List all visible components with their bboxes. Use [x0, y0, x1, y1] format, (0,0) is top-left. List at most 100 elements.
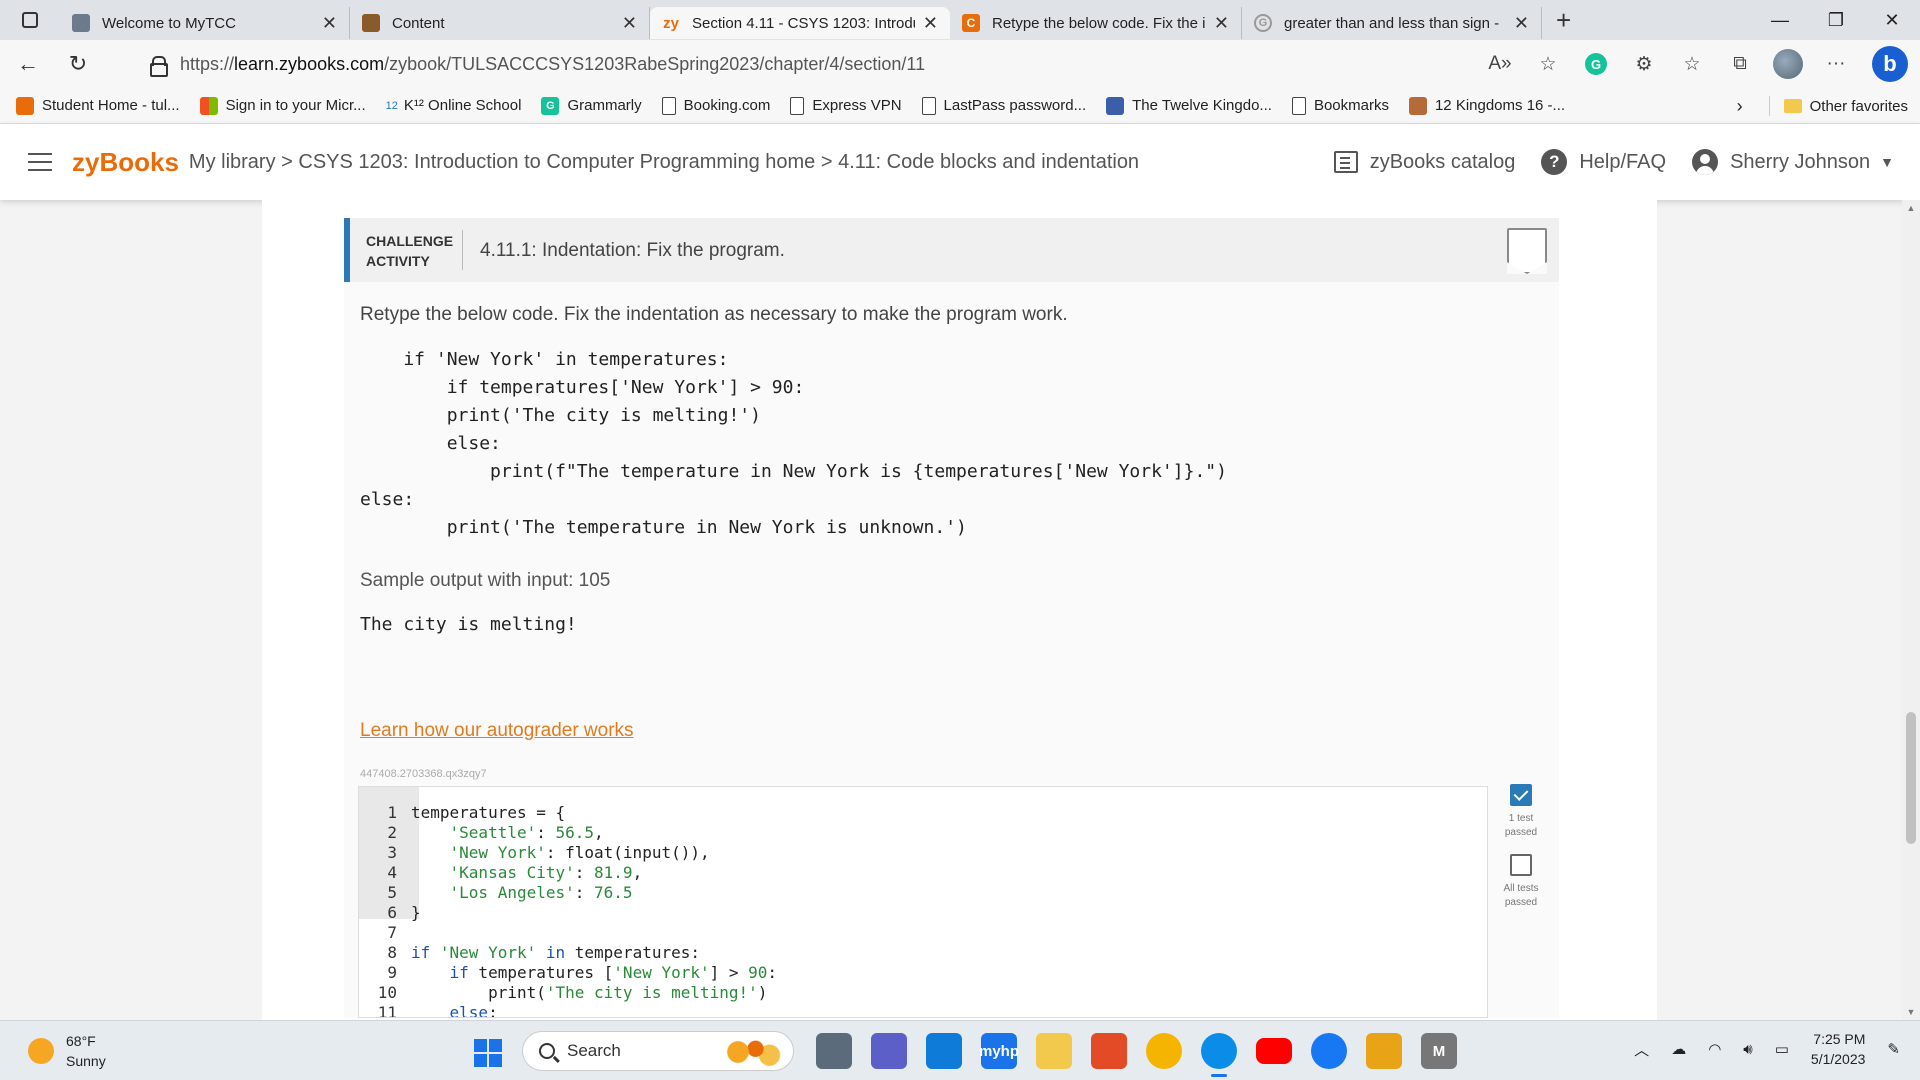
tab-close-icon[interactable]: ✕ — [923, 13, 938, 34]
line-number: 11 — [377, 1003, 397, 1018]
lock-icon — [150, 56, 168, 77]
page-scrollbar[interactable]: ▲ ▼ — [1902, 200, 1920, 1020]
close-window-button[interactable]: ✕ — [1864, 0, 1920, 40]
code-editor[interactable]: 1 temperatures = {2 'Seattle': 56.5, 3 'Ne… — [358, 786, 1488, 1018]
grammarly-icon: G — [541, 96, 560, 115]
store-icon[interactable] — [926, 1033, 962, 1069]
favorite-bookmarks[interactable]: Bookmarks — [1291, 96, 1389, 115]
menu-icon[interactable] — [28, 153, 52, 171]
back-button[interactable]: ← — [6, 42, 50, 86]
file-manager-icon[interactable] — [816, 1033, 852, 1069]
scroll-up-icon[interactable]: ▲ — [1902, 200, 1920, 216]
read-aloud-icon[interactable]: A» — [1476, 53, 1524, 75]
favorite-lastpass[interactable]: LastPass password... — [921, 96, 1086, 115]
editor-line[interactable]: 5 'Los Angeles': 76.5 — [359, 883, 777, 903]
taskbar-search[interactable]: Search — [522, 1031, 794, 1071]
favorites-bar: Student Home - tul... Sign in to your Mi… — [0, 88, 1920, 124]
more-icon[interactable]: ··· — [1812, 53, 1860, 75]
grammarly-extension[interactable]: G — [1572, 53, 1620, 75]
window-controls: — ❐ ✕ — [1752, 0, 1920, 40]
other-favorites[interactable]: Other favorites — [1810, 98, 1908, 115]
refresh-button[interactable]: ↻ — [56, 42, 100, 86]
wifi-icon[interactable]: ◠ — [1708, 1040, 1721, 1058]
editor-line[interactable]: 11 else: — [359, 1003, 777, 1018]
editor-line[interactable]: 2 'Seattle': 56.5, — [359, 823, 777, 843]
facebook-icon[interactable] — [1311, 1033, 1347, 1069]
m-app-icon[interactable]: M — [1421, 1033, 1457, 1069]
minimize-button[interactable]: — — [1752, 0, 1808, 40]
chevron-up-icon[interactable]: ︿ — [1634, 1039, 1649, 1060]
favorite-expressvpn[interactable]: Express VPN — [790, 96, 902, 115]
catalog-link[interactable]: zyBooks catalog — [1333, 151, 1515, 174]
favorite-student-home[interactable]: Student Home - tul... — [16, 96, 180, 115]
line-code: } — [411, 903, 421, 922]
onedrive-icon[interactable]: ☁ — [1671, 1040, 1686, 1058]
favorite-12-kingdoms-16[interactable]: 12 Kingdoms 16 -... — [1408, 96, 1565, 115]
folder-icon[interactable] — [1036, 1033, 1072, 1069]
editor-line[interactable]: 9 if temperatures ['New York'] > 90: — [359, 963, 777, 983]
clock[interactable]: 7:25 PM 5/1/2023 — [1811, 1029, 1866, 1069]
editor-line[interactable]: 7 — [359, 923, 777, 943]
editor-line[interactable]: 3 'New York': float(input()), — [359, 843, 777, 863]
notifications-icon[interactable]: ✎ — [1887, 1040, 1900, 1058]
weather-widget[interactable]: 68°F Sunny — [28, 1031, 106, 1071]
norton-icon[interactable] — [1146, 1033, 1182, 1069]
zybooks-logo[interactable]: zyBooks — [72, 147, 179, 178]
scroll-thumb[interactable] — [1906, 712, 1916, 844]
url-field[interactable]: https://learn.zybooks.com/zybook/TULSACC… — [140, 46, 1550, 82]
help-link[interactable]: ? Help/FAQ — [1541, 149, 1666, 175]
chevron-right-icon[interactable]: › — [1737, 96, 1743, 117]
collections-icon[interactable]: ⧉ — [1716, 53, 1764, 75]
test-passed-checkbox-icon — [1510, 784, 1532, 806]
page-icon — [921, 96, 936, 115]
tab-chegg[interactable]: C Retype the below code. Fix the in ✕ — [950, 7, 1242, 39]
tab-close-icon[interactable]: ✕ — [1514, 13, 1529, 34]
office-icon[interactable] — [1091, 1033, 1127, 1069]
new-tab-button[interactable]: + — [1542, 5, 1585, 36]
autograder-link[interactable]: Learn how our autograder works — [360, 720, 634, 742]
restore-button[interactable]: ❐ — [1808, 0, 1864, 40]
activity-type-label: CHALLENGE ACTIVITY — [366, 233, 454, 269]
add-favorite-icon[interactable]: ☆ — [1524, 53, 1572, 76]
system-tray: ︿ ☁ ◠ 🔊︎ ▭ 7:25 PM 5/1/2023 ✎ — [1612, 1029, 1900, 1069]
scroll-down-icon[interactable]: ▼ — [1902, 1004, 1920, 1020]
zybooks-header: zyBooks My library > CSYS 1203: Introduc… — [0, 124, 1920, 200]
tab-content[interactable]: Content ✕ — [350, 7, 650, 39]
youtube-icon[interactable] — [1256, 1038, 1292, 1064]
battery-icon[interactable]: ▭ — [1775, 1040, 1789, 1058]
bing-button[interactable]: b — [1860, 46, 1920, 82]
favorite-grammarly[interactable]: G Grammarly — [541, 96, 642, 115]
editor-line[interactable]: 6} — [359, 903, 777, 923]
editor-line[interactable]: 4 'Kansas City': 81.9, — [359, 863, 777, 883]
teams-icon[interactable] — [871, 1033, 907, 1069]
tab-close-icon[interactable]: ✕ — [1214, 13, 1229, 34]
line-number: 8 — [387, 943, 397, 962]
tab-zybooks-section[interactable]: zy Section 4.11 - CSYS 1203: Introdu ✕ — [650, 7, 950, 39]
user-menu[interactable]: Sherry Johnson ▼ — [1692, 149, 1894, 175]
tab-close-icon[interactable]: ✕ — [322, 13, 337, 34]
coin-icon[interactable] — [1366, 1033, 1402, 1069]
edge-icon[interactable] — [1201, 1033, 1237, 1077]
myhp-icon[interactable]: myhp — [979, 1033, 1019, 1069]
extensions-icon[interactable]: ⚙ — [1620, 53, 1668, 76]
favorite-k12[interactable]: 12 K¹² Online School — [386, 97, 522, 114]
breadcrumb[interactable]: My library > CSYS 1203: Introduction to … — [189, 151, 1139, 174]
tab-favicon — [362, 14, 380, 32]
favorite-booking[interactable]: Booking.com — [661, 96, 770, 115]
windows-start-icon[interactable] — [474, 1039, 502, 1067]
zybooks-favicon: zy — [663, 14, 679, 32]
line-number: 4 — [387, 863, 397, 882]
tab-welcome[interactable]: Welcome to MyTCC ✕ — [60, 7, 350, 39]
editor-line[interactable]: 8 if 'New York' in temperatures: — [359, 943, 777, 963]
profile-button[interactable] — [1764, 49, 1812, 79]
favorites-icon[interactable]: ☆ — [1668, 53, 1716, 76]
volume-icon[interactable]: 🔊︎ — [1743, 1041, 1752, 1058]
tab-actions-button[interactable] — [0, 0, 60, 40]
favorite-twelve-kingdoms[interactable]: The Twelve Kingdo... — [1106, 96, 1272, 115]
editor-line[interactable]: 10 print('The city is melting!') — [359, 983, 777, 1003]
editor-line[interactable]: 1 temperatures = { — [359, 803, 777, 823]
tab-close-icon[interactable]: ✕ — [622, 13, 637, 34]
tab-google[interactable]: G greater than and less than sign - ✕ — [1242, 7, 1542, 39]
favorite-microsoft[interactable]: Sign in to your Micr... — [199, 96, 366, 115]
